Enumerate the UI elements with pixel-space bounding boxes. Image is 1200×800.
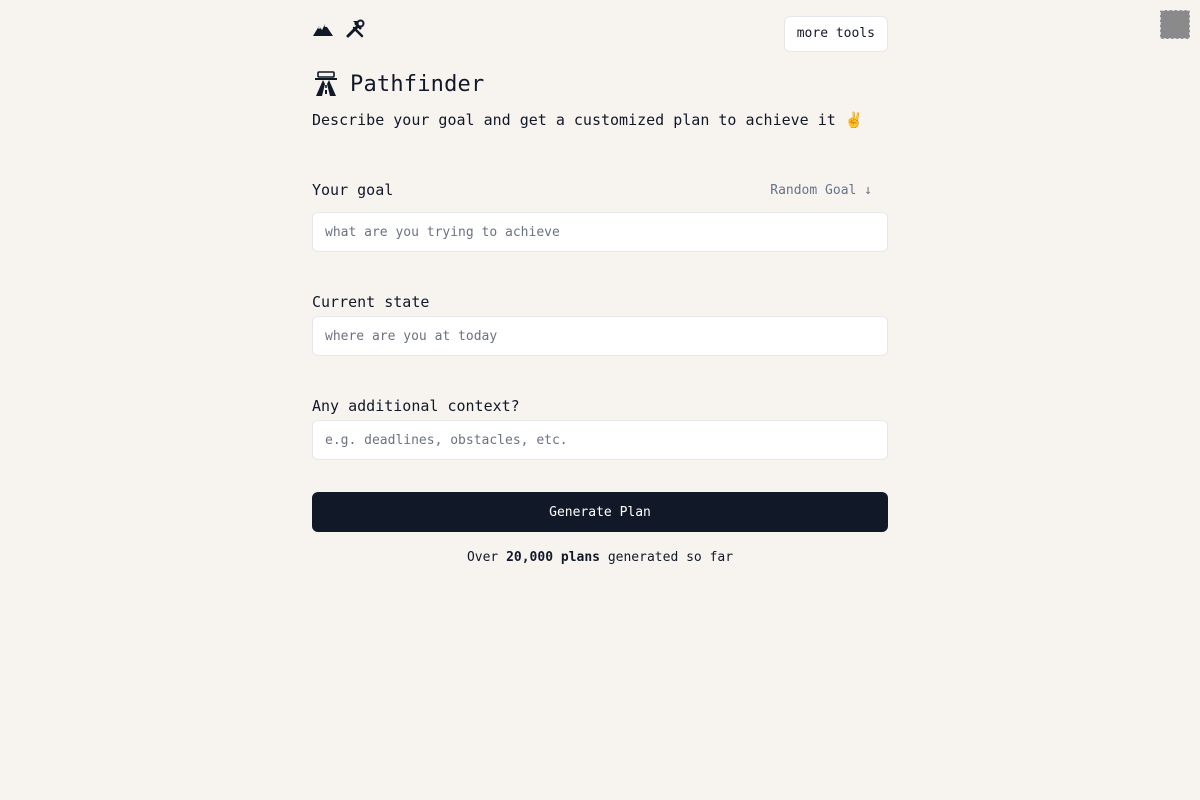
context-field: Any additional context? (312, 394, 888, 460)
current-state-label: Current state (312, 293, 430, 311)
context-label: Any additional context? (312, 397, 520, 415)
extension-widget-icon[interactable] (1160, 10, 1190, 39)
context-label-row: Any additional context? (312, 394, 888, 418)
more-tools-button[interactable]: more tools (783, 16, 888, 52)
stat-suffix: generated so far (600, 550, 734, 565)
plans-generated-stat: Over 20,000 plans generated so far (312, 550, 888, 565)
random-goal-button[interactable]: Random Goal ↓ (770, 183, 872, 198)
tools-icon[interactable] (344, 18, 366, 40)
road-icon (312, 70, 340, 98)
logo-row (312, 18, 366, 40)
page-subtitle: Describe your goal and get a customized … (312, 111, 864, 129)
title-row: Pathfinder (312, 68, 888, 100)
current-state-label-row: Current state (312, 290, 888, 314)
page-title: Pathfinder (350, 71, 485, 97)
goal-input[interactable] (312, 212, 888, 252)
current-state-field: Current state (312, 290, 888, 356)
context-input[interactable] (312, 420, 888, 460)
stat-prefix: Over (466, 550, 507, 565)
main-container: more tools Pathfinder Describe your goal… (312, 0, 888, 565)
goal-field: Your goal Random Goal ↓ (312, 178, 888, 252)
goal-label-row: Your goal Random Goal ↓ (312, 178, 888, 202)
goal-label: Your goal (312, 181, 394, 199)
top-bar: more tools (312, 0, 888, 60)
current-state-input[interactable] (312, 316, 888, 356)
stat-count: 20,000 plans (506, 550, 600, 565)
mountain-icon[interactable] (312, 18, 334, 40)
generate-plan-button[interactable]: Generate Plan (312, 492, 888, 532)
